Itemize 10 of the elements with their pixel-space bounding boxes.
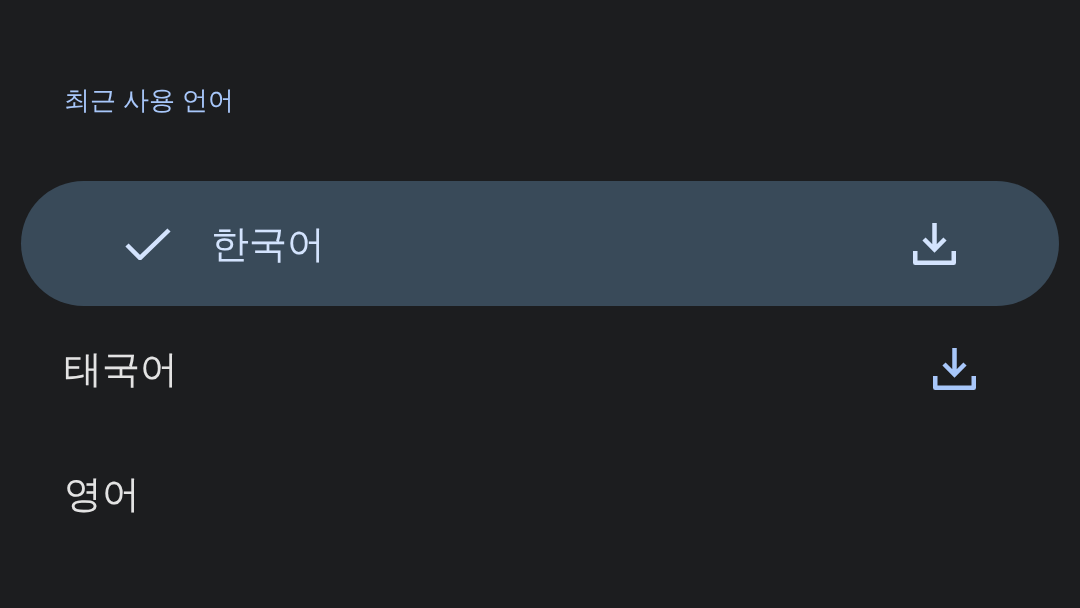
language-label: 영어 bbox=[64, 471, 140, 517]
download-icon[interactable] bbox=[933, 347, 976, 390]
language-label: 태국어 bbox=[64, 346, 178, 392]
language-option[interactable]: 태국어 bbox=[0, 306, 1080, 431]
language-label: 한국어 bbox=[211, 221, 325, 267]
language-option[interactable]: 영어 bbox=[0, 431, 1080, 556]
check-icon bbox=[125, 227, 171, 260]
section-title: 최근 사용 언어 bbox=[64, 85, 235, 115]
language-option[interactable]: 한국어 bbox=[21, 181, 1059, 306]
download-icon[interactable] bbox=[913, 222, 956, 265]
